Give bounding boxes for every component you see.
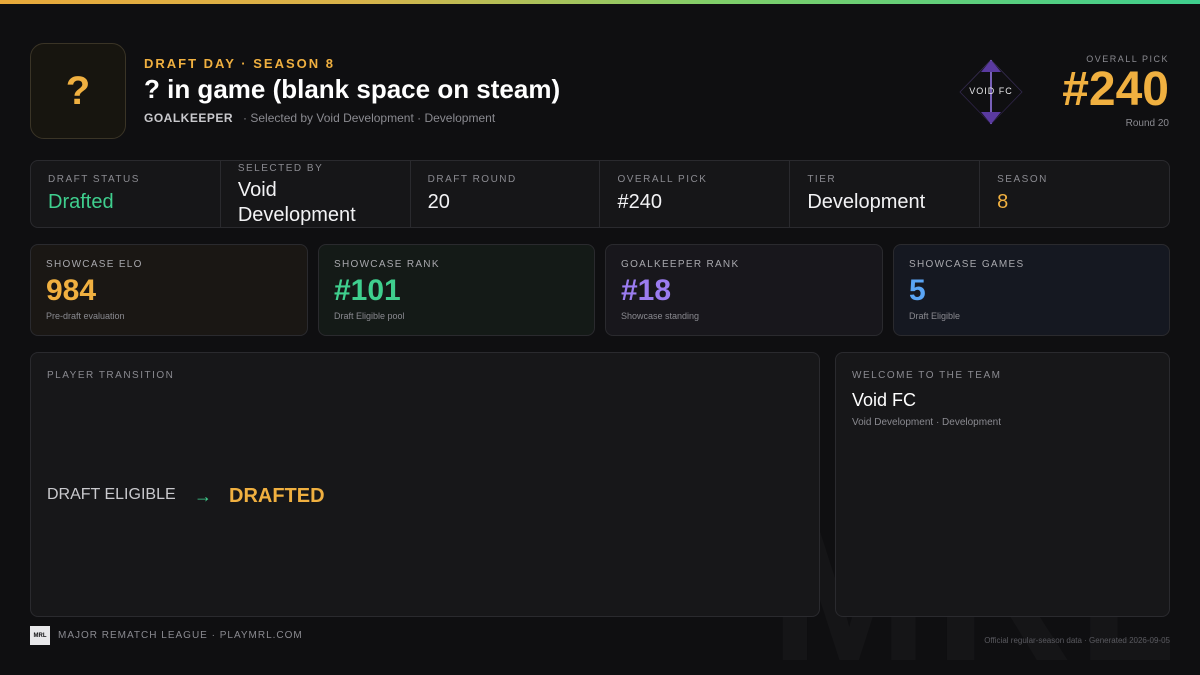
info-tier: TIER Development — [790, 161, 981, 227]
avatar-placeholder-glyph: ? — [65, 68, 91, 113]
showcase-games-card: SHOWCASE GAMES 5 Draft Eligible — [893, 244, 1170, 336]
info-value: Development — [807, 191, 926, 213]
info-label: DRAFT ROUND — [427, 174, 517, 185]
info-selected-by: SELECTED BY Void Development — [221, 161, 411, 227]
stat-value: #101 — [334, 274, 401, 307]
info-label: TIER — [807, 174, 837, 185]
league-logo: MRL — [30, 626, 50, 645]
info-value: #240 — [617, 191, 662, 213]
info-season: SEASON 8 — [980, 161, 1169, 227]
draft-round-label: Round 20 — [1125, 118, 1169, 129]
info-label: DRAFT STATUS — [48, 174, 140, 185]
stat-label: SHOWCASE GAMES — [909, 259, 1025, 270]
info-label: SELECTED BY — [237, 163, 324, 174]
top-accent-bar — [0, 0, 1200, 4]
generated-note: Official regular-season data · Generated… — [984, 636, 1170, 645]
transition-to-status: DRAFTED — [229, 485, 325, 507]
info-value: 20 — [427, 191, 450, 213]
stat-note: Pre-draft evaluation — [46, 311, 125, 321]
stat-note: Showcase standing — [621, 311, 700, 321]
stat-note: Draft Eligible pool — [334, 311, 405, 321]
stat-value: #18 — [621, 274, 672, 307]
stat-note: Draft Eligible — [909, 311, 961, 321]
welcome-team-panel: WELCOME TO THE TEAM Void FC Void Develop… — [835, 352, 1170, 617]
overall-pick-number: #240 — [1062, 63, 1169, 116]
stat-label: SHOWCASE ELO — [46, 259, 143, 270]
player-name-title: ? in game (blank space on steam) — [144, 74, 561, 104]
info-value: Void Development — [237, 179, 356, 226]
transition-from-status: DRAFT ELIGIBLE — [47, 486, 176, 503]
panel-label: WELCOME TO THE TEAM — [852, 370, 1002, 381]
player-transition-panel: PLAYER TRANSITION DRAFT ELIGIBLE → DRAFT… — [30, 352, 820, 617]
selection-info: · Selected by Void Development · Develop… — [243, 111, 496, 125]
info-value: Drafted — [48, 191, 114, 213]
draft-day-eyebrow: DRAFT DAY · SEASON 8 — [144, 56, 335, 71]
stat-label: SHOWCASE RANK — [334, 259, 440, 270]
panel-label: PLAYER TRANSITION — [47, 370, 175, 381]
draft-info-strip: DRAFT STATUS Drafted SELECTED BY Void De… — [30, 160, 1170, 228]
stat-value: 984 — [46, 274, 97, 307]
arrow-right-icon: → — [194, 486, 212, 506]
info-label: OVERALL PICK — [617, 174, 708, 185]
team-crest-label: VOID FC — [969, 86, 1013, 96]
team-name: Void FC — [852, 390, 917, 410]
goalkeeper-rank-card: GOALKEEPER RANK #18 Showcase standing — [605, 244, 883, 336]
team-subtitle: Void Development · Development — [852, 417, 1001, 428]
showcase-elo-card: SHOWCASE ELO 984 Pre-draft evaluation — [30, 244, 308, 336]
player-subline: GOALKEEPER · Selected by Void Development… — [144, 111, 495, 125]
info-label: SEASON — [997, 174, 1048, 185]
player-avatar: ? — [30, 43, 126, 139]
player-position: GOALKEEPER — [144, 111, 234, 125]
stat-value: 5 — [909, 274, 926, 307]
stat-label: GOALKEEPER RANK — [621, 259, 740, 270]
league-footer-text: MAJOR REMATCH LEAGUE · PLAYMRL.COM — [58, 630, 303, 641]
showcase-rank-card: SHOWCASE RANK #101 Draft Eligible pool — [318, 244, 595, 336]
info-value: 8 — [997, 191, 1009, 213]
info-draft-round: DRAFT ROUND 20 — [411, 161, 601, 227]
info-overall-pick: OVERALL PICK #240 — [600, 161, 791, 227]
info-draft-status: DRAFT STATUS Drafted — [31, 161, 221, 227]
